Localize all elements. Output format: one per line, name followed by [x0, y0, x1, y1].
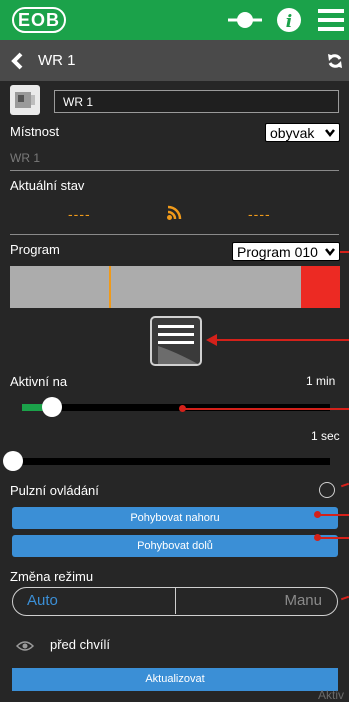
annotation-arrow — [185, 408, 349, 410]
active-value: 1 min — [306, 374, 336, 388]
program-select-value: Program 010 — [237, 244, 318, 260]
update-button[interactable]: Aktualizovat — [12, 668, 338, 691]
mode-manual-label: Manu — [284, 592, 322, 609]
blinds-toggle-button[interactable] — [150, 316, 202, 366]
move-down-button[interactable]: Pohybovat dolů — [12, 535, 338, 557]
network-icon[interactable] — [228, 8, 262, 32]
last-updated-text: před chvílí — [50, 637, 110, 652]
state-label: Aktuální stav — [10, 178, 85, 193]
state-left-value: ---- — [68, 206, 91, 222]
blinds-icon — [158, 325, 198, 364]
back-chevron-icon[interactable] — [10, 52, 24, 70]
move-down-button-label: Pohybovat dolů — [137, 540, 213, 552]
room-label: Místnost — [10, 124, 60, 139]
annotation-arrow — [320, 514, 349, 516]
pulse-label: Pulzní ovládání — [10, 483, 99, 498]
mode-label: Změna režimu — [10, 569, 94, 584]
program-timeline — [10, 266, 340, 308]
room-select-value: obyvak — [270, 125, 315, 141]
seconds-slider-track[interactable] — [10, 458, 330, 465]
svg-text:i: i — [286, 12, 292, 32]
annotation-arrow — [340, 482, 349, 488]
update-button-label: Aktualizovat — [145, 673, 205, 685]
signal-icon — [167, 205, 182, 220]
page-title: WR 1 — [38, 52, 76, 69]
info-icon[interactable]: i — [276, 7, 302, 33]
eye-icon — [16, 641, 34, 651]
program-label: Program — [10, 242, 60, 257]
program-select[interactable]: Program 010 — [232, 242, 340, 261]
seconds-slider-handle[interactable] — [3, 451, 23, 471]
device-name-input[interactable] — [54, 90, 339, 113]
move-up-button[interactable]: Pohybovat nahoru — [12, 507, 338, 529]
divider — [10, 234, 339, 235]
annotation-arrowhead — [206, 334, 217, 346]
divider — [10, 170, 339, 171]
app-logo-text: EOB — [17, 10, 60, 30]
annotation-arrow — [320, 537, 349, 539]
chevron-down-icon — [325, 129, 335, 137]
hamburger-menu-icon[interactable] — [318, 8, 344, 32]
top-bar: EOB i — [0, 0, 349, 40]
state-right-value: ---- — [248, 206, 271, 222]
move-up-button-label: Pohybovat nahoru — [130, 512, 220, 524]
app-logo: EOB — [12, 7, 66, 33]
program-active-block — [301, 266, 340, 308]
seconds-value: 1 sec — [311, 429, 340, 443]
room-select[interactable]: obyvak — [265, 123, 340, 142]
refresh-icon[interactable] — [327, 53, 343, 69]
chevron-down-icon — [325, 248, 335, 256]
annotation-arrow — [340, 595, 349, 601]
mode-manual-option[interactable]: Manu — [176, 588, 336, 614]
device-icon-glyph — [15, 92, 35, 108]
active-label: Aktivní na — [10, 374, 68, 389]
mode-auto-option[interactable]: Auto — [13, 588, 175, 614]
mode-auto-label: Auto — [27, 592, 58, 609]
room-subtitle: WR 1 — [10, 151, 40, 165]
minutes-slider-handle[interactable] — [42, 397, 62, 417]
annotation-arrow — [216, 339, 349, 341]
pulse-radio[interactable] — [319, 482, 335, 498]
annotation-arrow — [340, 251, 349, 253]
title-bar: WR 1 — [0, 40, 349, 81]
mode-toggle: Auto Manu — [12, 587, 338, 616]
device-icon[interactable] — [10, 85, 40, 115]
program-current-marker — [109, 266, 111, 308]
